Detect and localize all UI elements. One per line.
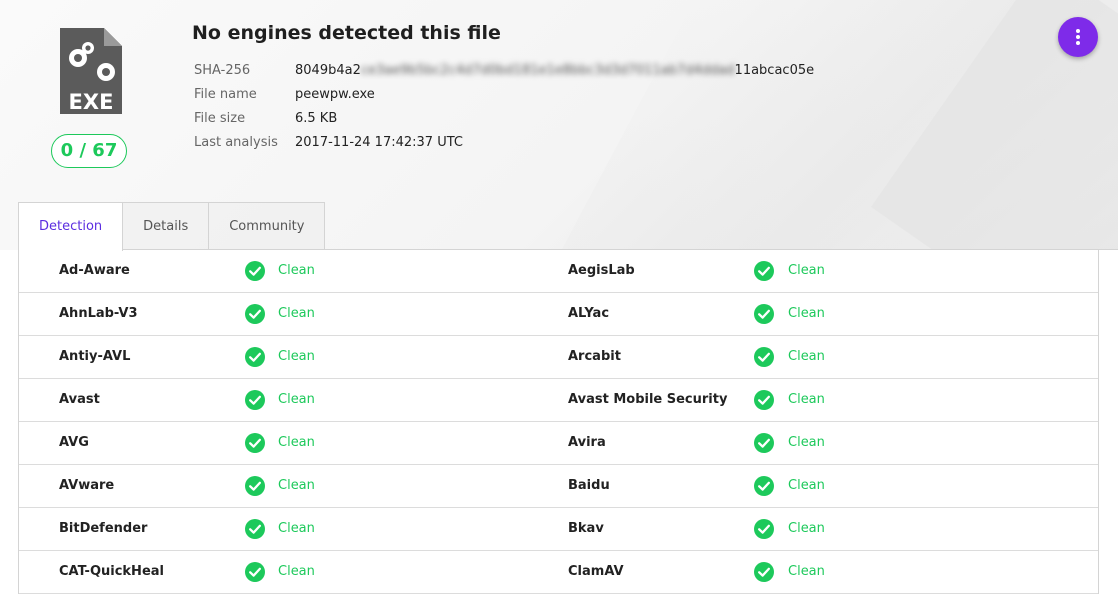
tab-bar: Detection Details Community bbox=[18, 202, 326, 251]
tab-details[interactable]: Details bbox=[122, 202, 210, 249]
detection-status: Clean bbox=[788, 435, 825, 450]
file-size-value: 6.5 KB bbox=[295, 111, 338, 126]
exe-file-icon: EXE bbox=[60, 28, 122, 114]
detection-status: Clean bbox=[788, 521, 825, 536]
check-circle-icon bbox=[754, 304, 774, 324]
engine-name: Avast bbox=[59, 392, 100, 407]
table-row: Avast Clean Avast Mobile Security Clean bbox=[19, 379, 1098, 422]
check-circle-icon bbox=[754, 261, 774, 281]
check-circle-icon bbox=[245, 562, 265, 582]
tab-detection[interactable]: Detection bbox=[18, 202, 124, 251]
detection-status: Clean bbox=[788, 564, 825, 579]
meta-row-sha256: SHA-256 8049b4a2ce3ae9b5bc2c4d7d0bd181e1… bbox=[194, 60, 814, 84]
check-circle-icon bbox=[754, 347, 774, 367]
detection-status: Clean bbox=[278, 392, 315, 407]
sha256-suffix: 11abcac05e bbox=[734, 63, 815, 78]
engine-name: Arcabit bbox=[568, 349, 621, 364]
detection-status: Clean bbox=[278, 435, 315, 450]
table-row: Antiy-AVL Clean Arcabit Clean bbox=[19, 336, 1098, 379]
file-type-label: EXE bbox=[69, 90, 114, 114]
engine-name: Bkav bbox=[568, 521, 604, 536]
detection-status: Clean bbox=[278, 263, 315, 278]
engine-name: Antiy-AVL bbox=[59, 349, 131, 364]
check-circle-icon bbox=[245, 433, 265, 453]
check-circle-icon bbox=[754, 433, 774, 453]
engine-name: Ad-Aware bbox=[59, 263, 130, 278]
engine-name: AegisLab bbox=[568, 263, 635, 278]
file-name-value: peewpw.exe bbox=[295, 87, 375, 102]
check-circle-icon bbox=[754, 476, 774, 496]
check-circle-icon bbox=[754, 562, 774, 582]
detection-status: Clean bbox=[278, 478, 315, 493]
detection-status: Clean bbox=[788, 349, 825, 364]
engine-name: CAT-QuickHeal bbox=[59, 564, 164, 579]
check-circle-icon bbox=[245, 261, 265, 281]
sha256-prefix: 8049b4a2 bbox=[295, 63, 361, 78]
meta-row-file-name: File name peewpw.exe bbox=[194, 84, 814, 108]
table-row: BitDefender Clean Bkav Clean bbox=[19, 508, 1098, 551]
table-row: AhnLab-V3 Clean ALYac Clean bbox=[19, 293, 1098, 336]
detection-status: Clean bbox=[788, 306, 825, 321]
table-row: AVware Clean Baidu Clean bbox=[19, 465, 1098, 508]
detection-status: Clean bbox=[788, 392, 825, 407]
more-options-button[interactable] bbox=[1058, 17, 1098, 57]
check-circle-icon bbox=[754, 390, 774, 410]
engine-name: Avira bbox=[568, 435, 606, 450]
table-row: AVG Clean Avira Clean bbox=[19, 422, 1098, 465]
tab-community[interactable]: Community bbox=[208, 202, 326, 249]
page-title: No engines detected this file bbox=[192, 22, 501, 44]
meta-label: File size bbox=[194, 111, 246, 126]
check-circle-icon bbox=[245, 390, 265, 410]
file-metadata: SHA-256 8049b4a2ce3ae9b5bc2c4d7d0bd181e1… bbox=[194, 60, 814, 156]
check-circle-icon bbox=[245, 347, 265, 367]
meta-label: Last analysis bbox=[194, 135, 278, 150]
engine-name: Baidu bbox=[568, 478, 610, 493]
check-circle-icon bbox=[245, 304, 265, 324]
last-analysis-value: 2017-11-24 17:42:37 UTC bbox=[295, 135, 463, 150]
engine-name: BitDefender bbox=[59, 521, 148, 536]
detection-status: Clean bbox=[278, 306, 315, 321]
meta-row-file-size: File size 6.5 KB bbox=[194, 108, 814, 132]
check-circle-icon bbox=[245, 476, 265, 496]
table-row: CAT-QuickHeal Clean ClamAV Clean bbox=[19, 551, 1098, 594]
engine-name: ClamAV bbox=[568, 564, 624, 579]
meta-row-last-analysis: Last analysis 2017-11-24 17:42:37 UTC bbox=[194, 132, 814, 156]
sha256-value[interactable]: 8049b4a2ce3ae9b5bc2c4d7d0bd181e1e8bbc3d3… bbox=[295, 60, 814, 84]
check-circle-icon bbox=[245, 519, 265, 539]
check-circle-icon bbox=[754, 519, 774, 539]
engine-name: AhnLab-V3 bbox=[59, 306, 138, 321]
detection-status: Clean bbox=[788, 478, 825, 493]
engine-name: ALYac bbox=[568, 306, 610, 321]
detection-status: Clean bbox=[278, 521, 315, 536]
engine-name: Avast Mobile Security bbox=[568, 392, 728, 407]
meta-label: SHA-256 bbox=[194, 63, 251, 78]
engine-name: AVware bbox=[59, 478, 115, 493]
detection-status: Clean bbox=[788, 263, 825, 278]
more-vertical-icon bbox=[1076, 29, 1080, 45]
detection-score-badge: 0 / 67 bbox=[51, 134, 127, 168]
sha256-redacted: ce3ae9b5bc2c4d7d0bd181e1e8bbc3d3d7011ab7… bbox=[360, 63, 735, 78]
engine-name: AVG bbox=[59, 435, 89, 450]
detection-table: Ad-Aware Clean AegisLab Clean AhnLab-V3 Clean… bbox=[18, 250, 1099, 594]
detection-status: Clean bbox=[278, 564, 315, 579]
meta-label: File name bbox=[194, 87, 257, 102]
table-row: Ad-Aware Clean AegisLab Clean bbox=[19, 250, 1098, 293]
detection-status: Clean bbox=[278, 349, 315, 364]
